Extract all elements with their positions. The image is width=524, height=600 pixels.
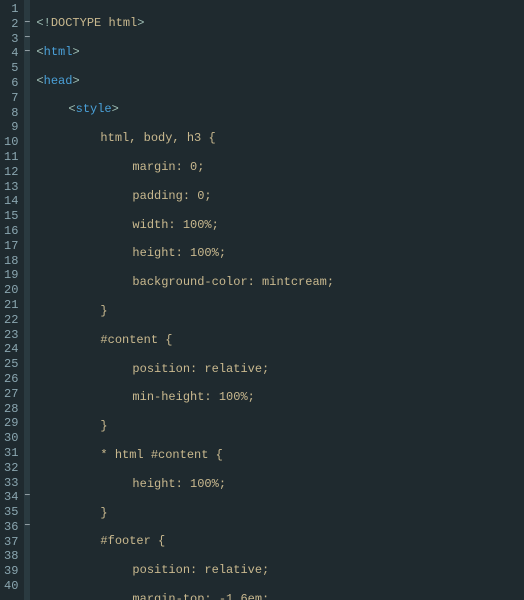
line-number: 34	[4, 490, 18, 505]
code-line: <head>	[36, 74, 524, 89]
line-number: 5	[4, 61, 18, 76]
line-number: 14	[4, 194, 18, 209]
line-number: 21	[4, 298, 18, 313]
code-line: min-height: 100%;	[36, 390, 524, 405]
line-number: 9	[4, 120, 18, 135]
line-number: 33	[4, 476, 18, 491]
line-number: 32	[4, 461, 18, 476]
line-number: 29	[4, 416, 18, 431]
line-number: 11	[4, 150, 18, 165]
line-number: 12	[4, 165, 18, 180]
line-number: 35	[4, 505, 18, 520]
line-number-gutter: 1 2 3 4 5 6 7 8 9 10 11 12 13 14 15 16 1…	[0, 0, 24, 600]
line-number: 2	[4, 17, 18, 32]
code-line: <style>	[36, 102, 524, 117]
line-number: 30	[4, 431, 18, 446]
code-line: margin: 0;	[36, 160, 524, 175]
line-number: 38	[4, 549, 18, 564]
line-number: 3	[4, 32, 18, 47]
code-line: <html>	[36, 45, 524, 60]
code-line: <!DOCTYPE html>	[36, 16, 524, 31]
code-line: height: 100%;	[36, 246, 524, 261]
line-number: 20	[4, 283, 18, 298]
line-number: 25	[4, 357, 18, 372]
code-line: #content {	[36, 333, 524, 348]
line-number: 28	[4, 402, 18, 417]
line-number: 13	[4, 180, 18, 195]
code-line: }	[36, 506, 524, 521]
code-line: position: relative;	[36, 563, 524, 578]
line-number: 22	[4, 313, 18, 328]
code-line: html, body, h3 {	[36, 131, 524, 146]
line-number: 37	[4, 535, 18, 550]
line-number: 6	[4, 76, 18, 91]
code-area[interactable]: <!DOCTYPE html> <html> <head> <style> ht…	[30, 0, 524, 600]
code-line: padding: 0;	[36, 189, 524, 204]
line-number: 39	[4, 564, 18, 579]
line-number: 18	[4, 254, 18, 269]
line-number: 31	[4, 446, 18, 461]
line-number: 1	[4, 2, 18, 17]
line-number: 16	[4, 224, 18, 239]
code-line: width: 100%;	[36, 218, 524, 233]
line-number: 17	[4, 239, 18, 254]
code-editor: 1 2 3 4 5 6 7 8 9 10 11 12 13 14 15 16 1…	[0, 0, 524, 600]
line-number: 19	[4, 268, 18, 283]
code-line: * html #content {	[36, 448, 524, 463]
line-number: 10	[4, 135, 18, 150]
code-line: }	[36, 419, 524, 434]
line-number: 24	[4, 342, 18, 357]
line-number: 8	[4, 106, 18, 121]
line-number: 26	[4, 372, 18, 387]
code-line: background-color: mintcream;	[36, 275, 524, 290]
code-line: position: relative;	[36, 362, 524, 377]
line-number: 15	[4, 209, 18, 224]
code-line: height: 100%;	[36, 477, 524, 492]
line-number: 36	[4, 520, 18, 535]
line-number: 40	[4, 579, 18, 594]
code-line: margin-top: -1.6em;	[36, 592, 524, 600]
line-number: 23	[4, 328, 18, 343]
code-line: }	[36, 304, 524, 319]
code-line: #footer {	[36, 534, 524, 549]
line-number: 27	[4, 387, 18, 402]
line-number: 7	[4, 91, 18, 106]
line-number: 4	[4, 46, 18, 61]
